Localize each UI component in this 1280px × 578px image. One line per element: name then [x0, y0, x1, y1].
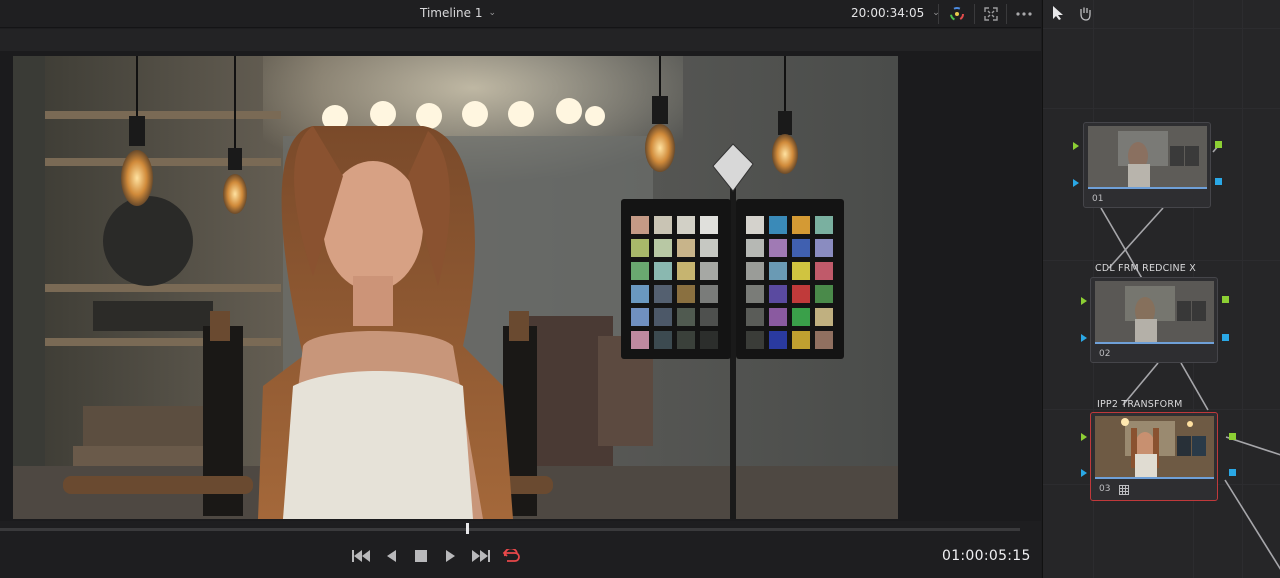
- fullscreen-icon[interactable]: [980, 4, 1002, 24]
- timeline-name: Timeline 1: [420, 6, 483, 20]
- node-number: 01: [1092, 194, 1104, 204]
- color-wheel-icon[interactable]: [946, 4, 968, 24]
- node-label: IPP2 TRANSFORM: [1097, 399, 1183, 410]
- step-back-button[interactable]: [380, 545, 402, 567]
- node-input-port[interactable]: [1081, 334, 1087, 342]
- jump-to-end-icon: [472, 550, 490, 562]
- node-input-port[interactable]: [1081, 433, 1087, 441]
- node-label: CDL FRM REDCINE X: [1095, 263, 1196, 274]
- node-03[interactable]: 03: [1090, 412, 1218, 501]
- play-button[interactable]: [440, 545, 462, 567]
- node-status-bar: [1095, 477, 1214, 479]
- video-frame[interactable]: [13, 56, 898, 519]
- node-output-port[interactable]: [1215, 141, 1222, 148]
- stop-button[interactable]: [410, 545, 432, 567]
- node-number: 03: [1099, 484, 1111, 494]
- node-input-port[interactable]: [1073, 179, 1079, 187]
- node-output-port[interactable]: [1229, 469, 1236, 476]
- lut-grid-icon: [1119, 485, 1129, 495]
- node-thumbnail: [1095, 416, 1214, 477]
- node-input-port[interactable]: [1073, 142, 1079, 150]
- loop-button[interactable]: [500, 545, 522, 567]
- play-icon: [446, 550, 455, 562]
- node-status-bar: [1095, 342, 1214, 344]
- source-timecode-selector[interactable]: 20:00:34:05 ⌄: [851, 6, 940, 20]
- loop-icon: [502, 549, 520, 562]
- node-output-port[interactable]: [1215, 178, 1222, 185]
- toolbar-divider: [1006, 4, 1007, 24]
- node-input-port[interactable]: [1081, 469, 1087, 477]
- node-thumbnail: [1095, 281, 1214, 342]
- transport-controls: [350, 545, 522, 567]
- jump-to-start-icon: [352, 550, 370, 562]
- viewer-stage: [0, 51, 1041, 521]
- node-output-port[interactable]: [1222, 334, 1229, 341]
- toolbar-divider: [938, 4, 939, 24]
- node-number: 02: [1099, 349, 1111, 359]
- jump-to-start-button[interactable]: [350, 545, 372, 567]
- node-output-port[interactable]: [1222, 296, 1229, 303]
- node-thumbnail: [1088, 126, 1207, 187]
- record-timecode: 01:00:05:15: [942, 548, 1031, 564]
- step-back-icon: [387, 550, 396, 562]
- timeline-selector[interactable]: Timeline 1 ⌄: [420, 6, 496, 20]
- node-02[interactable]: 02: [1090, 277, 1218, 363]
- chevron-down-icon: ⌄: [488, 8, 497, 18]
- more-options-icon[interactable]: [1013, 4, 1035, 24]
- viewer-toolbar: Timeline 1 ⌄ 20:00:34:05 ⌄: [0, 0, 1041, 28]
- playhead-marker[interactable]: [466, 523, 470, 534]
- playhead-scrubber[interactable]: [0, 523, 1020, 534]
- node-status-bar: [1088, 187, 1207, 189]
- video-frame-image: [13, 56, 898, 519]
- node-graph-panel[interactable]: 01 CDL FRM REDCINE X 02 IPP2 TRANSFORM 0…: [1042, 0, 1280, 578]
- node-output-port[interactable]: [1229, 433, 1236, 440]
- jump-to-end-button[interactable]: [470, 545, 492, 567]
- stop-icon: [415, 550, 427, 562]
- viewer-panel: Timeline 1 ⌄ 20:00:34:05 ⌄ 01:00:05:15: [0, 0, 1041, 578]
- node-01[interactable]: 01: [1083, 122, 1211, 208]
- viewer-info-strip: [0, 29, 1041, 51]
- node-input-port[interactable]: [1081, 297, 1087, 305]
- toolbar-divider: [974, 4, 975, 24]
- source-timecode: 20:00:34:05: [851, 6, 925, 20]
